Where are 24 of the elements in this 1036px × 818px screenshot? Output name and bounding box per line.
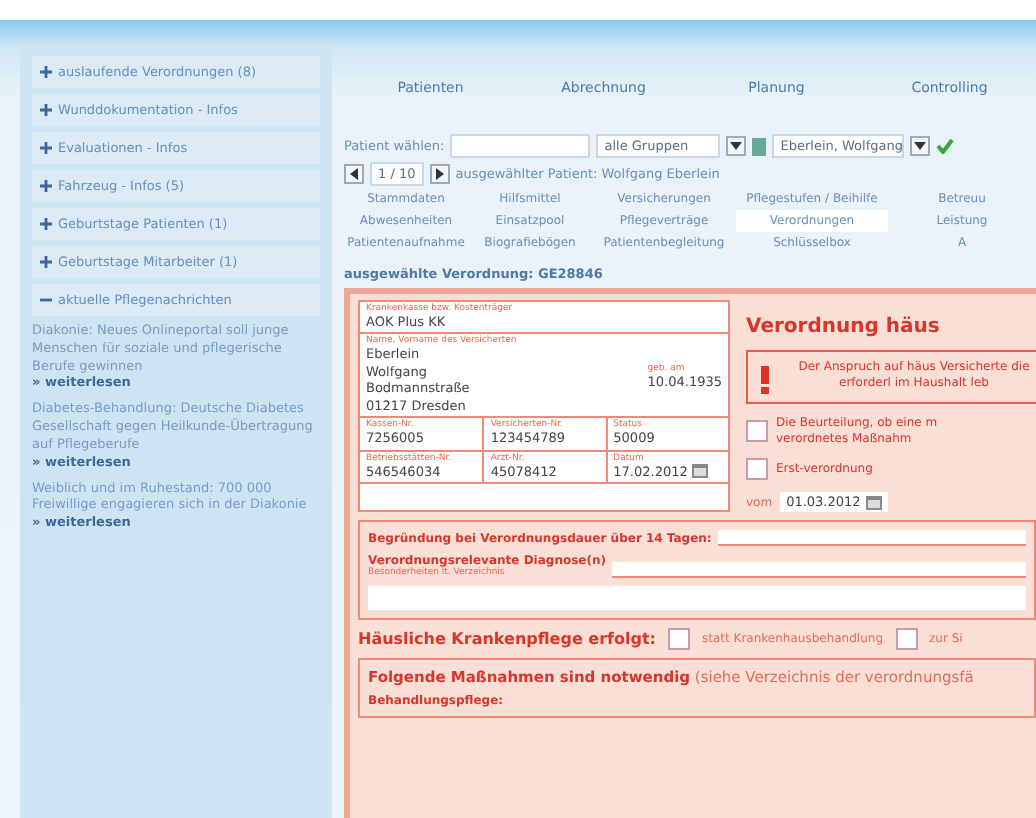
previous-button[interactable] xyxy=(344,164,364,184)
expand-icon[interactable] xyxy=(40,66,52,78)
dropdown-button[interactable] xyxy=(910,136,931,156)
checkbox[interactable] xyxy=(746,420,768,443)
patient-search-field[interactable] xyxy=(450,134,591,158)
expand-icon[interactable] xyxy=(40,218,52,230)
expand-icon[interactable] xyxy=(40,256,52,268)
diagnosis-field[interactable] xyxy=(611,562,1026,579)
warning-icon xyxy=(760,366,770,394)
form-title: Verordnung häus xyxy=(746,314,942,338)
reason-field[interactable] xyxy=(717,530,1026,547)
calendar-icon[interactable] xyxy=(691,464,708,479)
collapse-icon[interactable] xyxy=(40,294,52,306)
checkbox[interactable] xyxy=(668,628,691,651)
care-label: Häusliche Krankenpflege erfolgt: xyxy=(358,630,657,649)
calendar-icon[interactable] xyxy=(866,495,883,510)
dropdown-button[interactable] xyxy=(726,136,747,156)
checkbox[interactable] xyxy=(746,458,768,481)
next-button[interactable] xyxy=(429,164,450,184)
expand-icon[interactable] xyxy=(40,142,52,154)
checkbox[interactable] xyxy=(895,628,917,651)
expand-icon[interactable] xyxy=(40,180,52,192)
check-icon[interactable] xyxy=(936,138,955,154)
expand-icon[interactable] xyxy=(40,104,52,116)
